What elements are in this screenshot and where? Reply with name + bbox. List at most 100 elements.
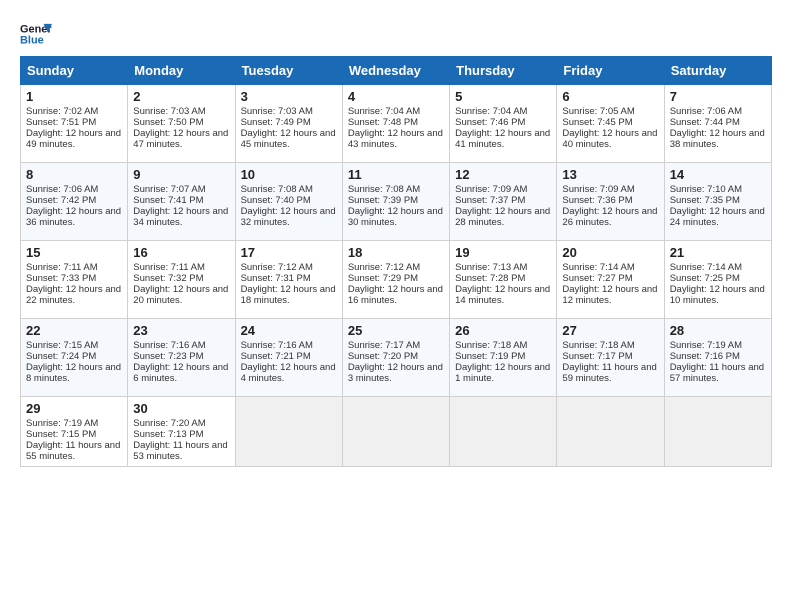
sunset-label: Sunset: 7:27 PM	[562, 273, 632, 284]
daylight-label: Daylight: 12 hours and 28 minutes.	[455, 206, 550, 228]
sunset-label: Sunset: 7:19 PM	[455, 351, 525, 362]
calendar-cell: 12Sunrise: 7:09 AMSunset: 7:37 PMDayligh…	[450, 163, 557, 241]
sunset-label: Sunset: 7:45 PM	[562, 117, 632, 128]
sunset-label: Sunset: 7:35 PM	[670, 195, 740, 206]
svg-text:Blue: Blue	[20, 34, 44, 46]
sunset-label: Sunset: 7:49 PM	[241, 117, 311, 128]
sunrise-label: Sunrise: 7:02 AM	[26, 106, 98, 117]
sunrise-label: Sunrise: 7:16 AM	[241, 340, 313, 351]
calendar-cell: 15Sunrise: 7:11 AMSunset: 7:33 PMDayligh…	[21, 241, 128, 319]
calendar-cell	[450, 397, 557, 467]
day-number: 23	[133, 323, 229, 338]
day-number: 11	[348, 167, 444, 182]
sunrise-label: Sunrise: 7:04 AM	[348, 106, 420, 117]
sunrise-label: Sunrise: 7:03 AM	[133, 106, 205, 117]
day-number: 7	[670, 89, 766, 104]
sunrise-label: Sunrise: 7:18 AM	[455, 340, 527, 351]
sunset-label: Sunset: 7:46 PM	[455, 117, 525, 128]
daylight-label: Daylight: 12 hours and 8 minutes.	[26, 362, 121, 384]
sunset-label: Sunset: 7:15 PM	[26, 429, 96, 440]
weekday-header: Friday	[557, 57, 664, 85]
calendar-cell: 26Sunrise: 7:18 AMSunset: 7:19 PMDayligh…	[450, 319, 557, 397]
day-number: 15	[26, 245, 122, 260]
sunset-label: Sunset: 7:41 PM	[133, 195, 203, 206]
calendar-cell: 3Sunrise: 7:03 AMSunset: 7:49 PMDaylight…	[235, 85, 342, 163]
day-number: 25	[348, 323, 444, 338]
calendar-cell	[342, 397, 449, 467]
weekday-header: Saturday	[664, 57, 771, 85]
daylight-label: Daylight: 11 hours and 55 minutes.	[26, 440, 120, 462]
weekday-header: Wednesday	[342, 57, 449, 85]
sunset-label: Sunset: 7:37 PM	[455, 195, 525, 206]
daylight-label: Daylight: 12 hours and 12 minutes.	[562, 284, 657, 306]
sunrise-label: Sunrise: 7:20 AM	[133, 418, 205, 429]
day-number: 9	[133, 167, 229, 182]
sunrise-label: Sunrise: 7:19 AM	[26, 418, 98, 429]
day-number: 6	[562, 89, 658, 104]
sunrise-label: Sunrise: 7:08 AM	[241, 184, 313, 195]
daylight-label: Daylight: 11 hours and 53 minutes.	[133, 440, 227, 462]
logo: General Blue	[20, 20, 52, 48]
sunrise-label: Sunrise: 7:18 AM	[562, 340, 634, 351]
daylight-label: Daylight: 12 hours and 47 minutes.	[133, 128, 228, 150]
sunrise-label: Sunrise: 7:14 AM	[670, 262, 742, 273]
sunrise-label: Sunrise: 7:11 AM	[133, 262, 205, 273]
daylight-label: Daylight: 12 hours and 38 minutes.	[670, 128, 765, 150]
calendar-cell: 25Sunrise: 7:17 AMSunset: 7:20 PMDayligh…	[342, 319, 449, 397]
sunrise-label: Sunrise: 7:16 AM	[133, 340, 205, 351]
daylight-label: Daylight: 12 hours and 30 minutes.	[348, 206, 443, 228]
calendar-cell: 9Sunrise: 7:07 AMSunset: 7:41 PMDaylight…	[128, 163, 235, 241]
daylight-label: Daylight: 12 hours and 16 minutes.	[348, 284, 443, 306]
sunset-label: Sunset: 7:40 PM	[241, 195, 311, 206]
day-number: 29	[26, 401, 122, 416]
calendar-cell: 4Sunrise: 7:04 AMSunset: 7:48 PMDaylight…	[342, 85, 449, 163]
sunrise-label: Sunrise: 7:03 AM	[241, 106, 313, 117]
sunset-label: Sunset: 7:39 PM	[348, 195, 418, 206]
day-number: 21	[670, 245, 766, 260]
sunrise-label: Sunrise: 7:19 AM	[670, 340, 742, 351]
day-number: 14	[670, 167, 766, 182]
sunrise-label: Sunrise: 7:13 AM	[455, 262, 527, 273]
daylight-label: Daylight: 12 hours and 49 minutes.	[26, 128, 121, 150]
daylight-label: Daylight: 12 hours and 32 minutes.	[241, 206, 336, 228]
sunset-label: Sunset: 7:24 PM	[26, 351, 96, 362]
sunset-label: Sunset: 7:20 PM	[348, 351, 418, 362]
day-number: 28	[670, 323, 766, 338]
sunrise-label: Sunrise: 7:05 AM	[562, 106, 634, 117]
day-number: 16	[133, 245, 229, 260]
sunrise-label: Sunrise: 7:06 AM	[26, 184, 98, 195]
sunrise-label: Sunrise: 7:09 AM	[455, 184, 527, 195]
day-number: 18	[348, 245, 444, 260]
calendar-cell	[664, 397, 771, 467]
calendar-cell: 13Sunrise: 7:09 AMSunset: 7:36 PMDayligh…	[557, 163, 664, 241]
calendar-cell: 30Sunrise: 7:20 AMSunset: 7:13 PMDayligh…	[128, 397, 235, 467]
sunset-label: Sunset: 7:23 PM	[133, 351, 203, 362]
sunset-label: Sunset: 7:32 PM	[133, 273, 203, 284]
daylight-label: Daylight: 12 hours and 24 minutes.	[670, 206, 765, 228]
daylight-label: Daylight: 12 hours and 36 minutes.	[26, 206, 121, 228]
day-number: 24	[241, 323, 337, 338]
day-number: 26	[455, 323, 551, 338]
weekday-header: Thursday	[450, 57, 557, 85]
daylight-label: Daylight: 12 hours and 10 minutes.	[670, 284, 765, 306]
daylight-label: Daylight: 11 hours and 57 minutes.	[670, 362, 764, 384]
daylight-label: Daylight: 12 hours and 43 minutes.	[348, 128, 443, 150]
sunrise-label: Sunrise: 7:15 AM	[26, 340, 98, 351]
sunrise-label: Sunrise: 7:08 AM	[348, 184, 420, 195]
sunset-label: Sunset: 7:42 PM	[26, 195, 96, 206]
weekday-header: Tuesday	[235, 57, 342, 85]
sunset-label: Sunset: 7:13 PM	[133, 429, 203, 440]
calendar-cell: 24Sunrise: 7:16 AMSunset: 7:21 PMDayligh…	[235, 319, 342, 397]
day-number: 17	[241, 245, 337, 260]
calendar-cell: 10Sunrise: 7:08 AMSunset: 7:40 PMDayligh…	[235, 163, 342, 241]
daylight-label: Daylight: 12 hours and 4 minutes.	[241, 362, 336, 384]
calendar-cell: 8Sunrise: 7:06 AMSunset: 7:42 PMDaylight…	[21, 163, 128, 241]
sunset-label: Sunset: 7:44 PM	[670, 117, 740, 128]
calendar-cell: 23Sunrise: 7:16 AMSunset: 7:23 PMDayligh…	[128, 319, 235, 397]
sunrise-label: Sunrise: 7:12 AM	[241, 262, 313, 273]
calendar-cell: 17Sunrise: 7:12 AMSunset: 7:31 PMDayligh…	[235, 241, 342, 319]
day-number: 22	[26, 323, 122, 338]
day-number: 1	[26, 89, 122, 104]
day-number: 27	[562, 323, 658, 338]
calendar-cell: 27Sunrise: 7:18 AMSunset: 7:17 PMDayligh…	[557, 319, 664, 397]
